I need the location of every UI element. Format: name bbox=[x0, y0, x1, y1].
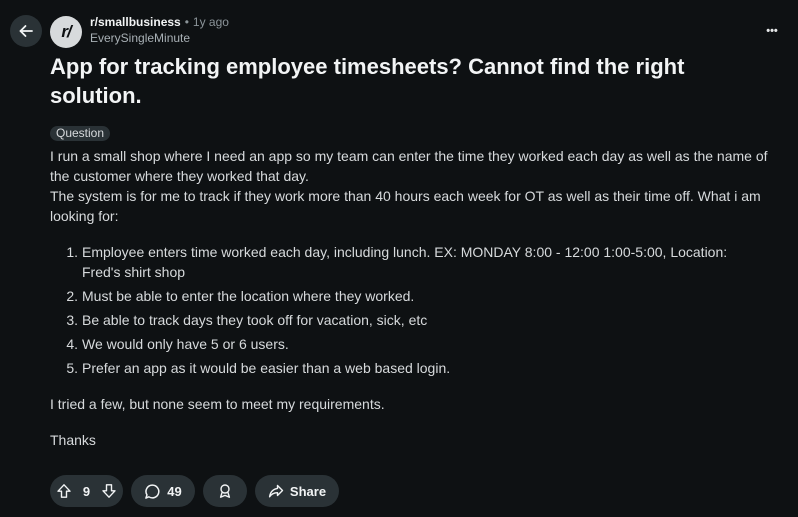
body-paragraph: The system is for me to track if they wo… bbox=[50, 188, 761, 224]
list-item: 3. Be able to track days they took off f… bbox=[50, 310, 780, 330]
list-item: 4. We would only have 5 or 6 users. bbox=[50, 334, 780, 354]
requirements-list: 1. Employee enters time worked each day,… bbox=[50, 242, 780, 378]
list-number: 1. bbox=[66, 244, 78, 260]
award-icon bbox=[217, 483, 233, 499]
more-icon: ••• bbox=[766, 25, 778, 37]
post-title: App for tracking employee timesheets? Ca… bbox=[50, 54, 685, 108]
body-paragraph: I run a small shop where I need an app s… bbox=[50, 148, 768, 184]
list-item: 5. Prefer an app as it would be easier t… bbox=[50, 358, 780, 378]
list-text: Must be able to enter the location where… bbox=[82, 288, 415, 304]
separator-dot: • bbox=[184, 15, 189, 29]
list-text: We would only have 5 or 6 users. bbox=[82, 336, 289, 352]
upvote-icon[interactable] bbox=[56, 483, 72, 499]
back-button[interactable] bbox=[10, 15, 42, 47]
list-number: 5. bbox=[66, 360, 78, 376]
body-paragraph: Thanks bbox=[50, 432, 96, 448]
post-time: 1y ago bbox=[192, 15, 229, 29]
post-body: I run a small shop where I need an app s… bbox=[50, 146, 780, 450]
share-button[interactable]: Share bbox=[255, 475, 339, 507]
downvote-icon[interactable] bbox=[101, 483, 117, 499]
list-text: Be able to track days they took off for … bbox=[82, 312, 428, 328]
back-arrow-icon bbox=[18, 23, 34, 39]
list-text: Prefer an app as it would be easier than… bbox=[82, 360, 451, 376]
comment-count: 49 bbox=[167, 483, 182, 499]
vote-control: 9 bbox=[50, 475, 123, 507]
list-text: Employee enters time worked each day, in… bbox=[82, 244, 728, 280]
subreddit-avatar[interactable]: r/ bbox=[50, 16, 82, 48]
more-options-button[interactable]: ••• bbox=[760, 20, 784, 42]
vote-count: 9 bbox=[82, 483, 91, 499]
list-number: 4. bbox=[66, 336, 78, 352]
body-paragraph: I tried a few, but none seem to meet my … bbox=[50, 396, 385, 412]
list-item: 1. Employee enters time worked each day,… bbox=[50, 242, 780, 282]
share-label: Share bbox=[289, 483, 327, 499]
action-bar: 9 49 Share bbox=[50, 475, 339, 507]
comment-icon bbox=[144, 483, 161, 500]
list-number: 3. bbox=[66, 312, 78, 328]
share-icon bbox=[268, 483, 284, 499]
award-button[interactable] bbox=[203, 475, 247, 507]
author-link[interactable]: EverySingleMinute bbox=[90, 30, 229, 46]
list-number: 2. bbox=[66, 288, 78, 304]
subreddit-link[interactable]: r/smallbusiness bbox=[90, 14, 181, 30]
comments-button[interactable]: 49 bbox=[131, 475, 195, 507]
list-item: 2. Must be able to enter the location wh… bbox=[50, 286, 780, 306]
post-meta: r/smallbusiness • 1y ago EverySingleMinu… bbox=[90, 14, 229, 46]
post-flair[interactable]: Question bbox=[50, 126, 111, 141]
